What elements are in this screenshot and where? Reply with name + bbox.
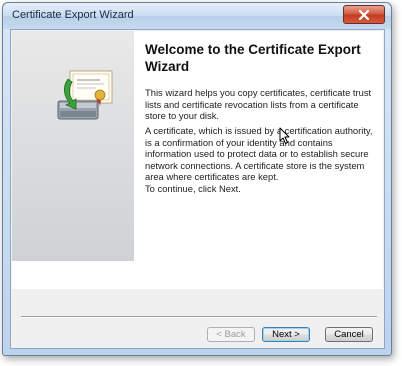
- wizard-body: Welcome to the Certificate Export Wizard…: [10, 29, 385, 349]
- close-button[interactable]: [343, 5, 385, 24]
- next-button[interactable]: Next >: [262, 327, 310, 342]
- title-bar[interactable]: Certificate Export Wizard: [3, 3, 391, 29]
- back-button[interactable]: < Back: [207, 327, 255, 342]
- wizard-heading: Welcome to the Certificate Export Wizard: [145, 42, 361, 74]
- mouse-pointer-icon: [279, 127, 290, 144]
- certificate-export-icon: [57, 70, 113, 120]
- welcome-panel: Welcome to the Certificate Export Wizard…: [12, 31, 383, 289]
- continue-instruction: To continue, click Next.: [145, 183, 241, 194]
- wizard-side-image: [12, 31, 134, 261]
- wizard-window: Certificate Export Wizard Welcome to the…: [2, 2, 392, 356]
- window-title: Certificate Export Wizard: [12, 9, 134, 21]
- intro-paragraph: This wizard helps you copy certificates,…: [145, 87, 372, 121]
- cancel-button[interactable]: Cancel: [325, 327, 373, 342]
- close-icon: [358, 9, 370, 20]
- button-separator: [21, 316, 377, 318]
- description-paragraph: A certificate, which is issued by a cert…: [145, 125, 373, 182]
